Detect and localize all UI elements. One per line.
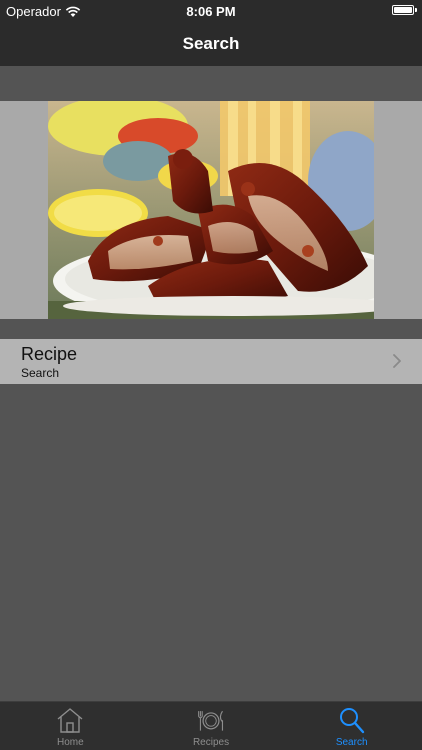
status-bar: Operador 8:06 PM [0,0,422,22]
chevron-right-icon [393,354,401,368]
navigation-bar: Search [0,22,422,66]
recipe-row-subtitle: Search [21,366,60,380]
battery-icon [392,5,417,15]
search-icon [339,708,364,734]
tab-bar: Home Recipes Search [0,701,422,750]
recipe-image-band [0,101,422,319]
page-title: Search [182,34,240,53]
recipe-search-row[interactable]: Recipe Search [0,339,422,384]
tab-home[interactable]: Home [0,702,141,750]
fork-plate-knife-icon [198,710,224,731]
tab-home-label: Home [56,737,84,748]
recipe-row-title: Recipe [21,344,78,364]
status-time: 8:06 PM [186,4,236,19]
home-icon [57,708,83,733]
app-screen: Operador 8:06 PM Search Recipe Search Ho… [0,0,422,750]
ribs-photo [48,101,374,319]
tab-search-label: Search [335,737,368,748]
tab-search[interactable]: Search [281,702,422,750]
tab-recipes[interactable]: Recipes [141,702,282,750]
tab-recipes-label: Recipes [192,737,230,748]
